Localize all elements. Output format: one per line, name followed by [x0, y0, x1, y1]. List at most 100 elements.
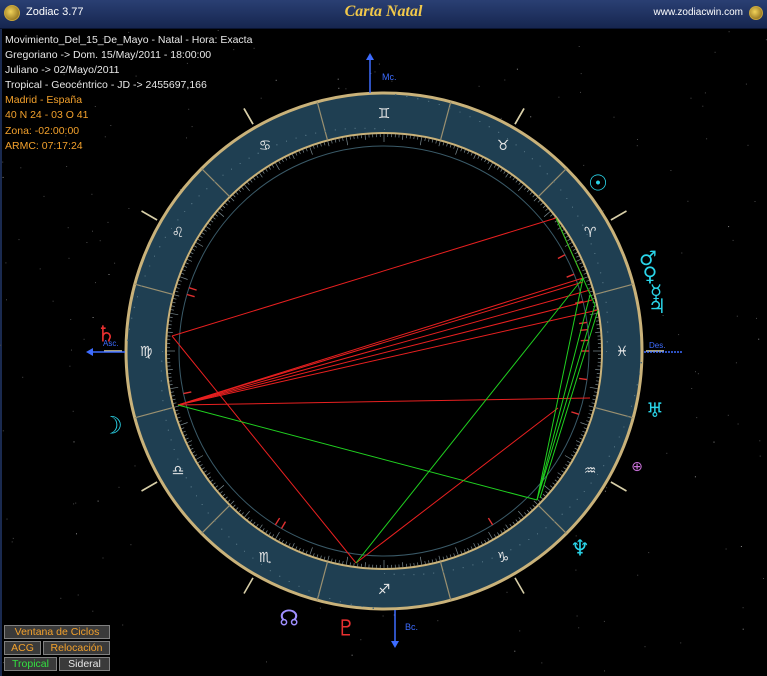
- sign-aquarius-icon: ♒: [584, 463, 597, 479]
- star: [114, 262, 116, 264]
- ring-texture: [384, 573, 385, 574]
- ring-texture: [438, 104, 440, 105]
- ring-texture: [184, 211, 186, 212]
- ring-texture: [305, 134, 307, 136]
- ring-texture: [403, 574, 405, 576]
- cycles-window-button[interactable]: Ventana de Ciclos: [4, 625, 110, 639]
- ring-texture: [191, 203, 193, 205]
- des-label: Des.: [649, 341, 665, 350]
- ring-texture: [545, 527, 547, 529]
- ring-texture: [279, 575, 281, 577]
- house-cusp-tick: [514, 108, 525, 125]
- star: [728, 226, 730, 228]
- ring-texture: [572, 206, 573, 208]
- ring-texture: [566, 198, 568, 199]
- star: [130, 544, 132, 546]
- planet-moon-icon[interactable]: ☽: [101, 411, 123, 439]
- ring-texture: [413, 574, 415, 576]
- star: [754, 201, 756, 202]
- star: [670, 170, 672, 171]
- star: [260, 97, 262, 99]
- star: [118, 486, 120, 488]
- star: [91, 193, 93, 195]
- house-cusp-tick: [610, 210, 627, 221]
- star: [516, 68, 518, 70]
- ring-texture: [597, 474, 598, 475]
- ring-texture: [228, 536, 230, 538]
- ring-texture: [196, 495, 197, 497]
- ring-texture: [325, 130, 326, 132]
- ring-texture: [406, 96, 408, 97]
- ring-texture: [252, 557, 254, 559]
- sidereal-button[interactable]: Sideral: [59, 657, 110, 671]
- planet-jupiter-icon[interactable]: ♃: [648, 294, 666, 318]
- planet-sun-icon[interactable]: ☉: [588, 172, 608, 197]
- star: [530, 116, 532, 118]
- ring-texture: [590, 482, 592, 484]
- star: [69, 365, 71, 367]
- info-line: Tropical - Geocéntrico - JD -> 2455697,1…: [5, 79, 207, 92]
- ring-texture: [164, 236, 166, 238]
- chart-info-panel: Movimiento_Del_15_De_Mayo - Natal - Hora…: [5, 33, 252, 154]
- ring-texture: [395, 94, 397, 96]
- ring-texture: [605, 301, 607, 303]
- house-cusp-tick: [610, 481, 627, 492]
- star: [666, 452, 668, 454]
- ring-texture: [546, 173, 548, 175]
- star: [506, 591, 508, 593]
- ring-texture: [181, 468, 183, 469]
- website-link[interactable]: www.zodiacwin.com: [654, 7, 743, 18]
- ring-texture: [161, 360, 163, 362]
- star: [681, 252, 683, 254]
- star: [374, 71, 376, 73]
- ring-texture: [222, 174, 224, 176]
- ring-texture: [594, 253, 596, 254]
- star: [680, 642, 682, 644]
- star: [687, 200, 689, 202]
- ring-texture: [537, 533, 538, 535]
- ring-texture: [636, 384, 638, 386]
- star: [217, 30, 219, 31]
- ring-texture: [528, 539, 530, 540]
- star: [52, 300, 54, 302]
- star: [99, 240, 101, 242]
- star: [6, 518, 8, 520]
- corner-app-icon[interactable]: [749, 6, 763, 20]
- ring-texture: [206, 188, 208, 190]
- house-cusp-tick: [141, 210, 158, 221]
- star: [576, 615, 578, 617]
- star: [86, 242, 88, 243]
- ring-texture: [165, 419, 167, 421]
- star: [519, 630, 521, 632]
- tropical-button[interactable]: Tropical: [4, 657, 57, 671]
- ring-texture: [221, 528, 223, 530]
- planet-uranus-icon[interactable]: ♅: [646, 398, 664, 422]
- planet-neptune-icon[interactable]: ♆: [570, 537, 590, 562]
- star: [2, 176, 4, 178]
- relocation-button[interactable]: Relocación: [43, 641, 110, 655]
- ring-texture: [462, 567, 464, 569]
- star: [107, 221, 109, 223]
- ring-texture: [318, 594, 320, 596]
- ring-texture: [393, 573, 395, 575]
- star: [602, 210, 604, 212]
- planet-pluto-icon[interactable]: ♇: [336, 617, 356, 642]
- star: [578, 627, 580, 629]
- star: [2, 430, 4, 432]
- acg-button[interactable]: ACG: [4, 641, 41, 655]
- star: [714, 51, 716, 53]
- star: [727, 414, 729, 416]
- planet-saturn-icon[interactable]: ♄: [96, 323, 116, 348]
- ring-texture: [167, 429, 169, 431]
- ring-texture: [267, 148, 268, 150]
- ring-texture: [239, 163, 241, 164]
- planet-part-of-fortune-icon[interactable]: ⊕: [631, 459, 643, 475]
- star: [696, 417, 698, 419]
- planet-node-icon[interactable]: ☊: [279, 607, 299, 632]
- star: [737, 423, 739, 425]
- ring-texture: [144, 275, 146, 277]
- star: [0, 344, 2, 346]
- star: [728, 31, 730, 33]
- info-line: 40 N 24 - 03 O 41: [5, 109, 89, 122]
- bc-arrow-icon: [391, 641, 399, 648]
